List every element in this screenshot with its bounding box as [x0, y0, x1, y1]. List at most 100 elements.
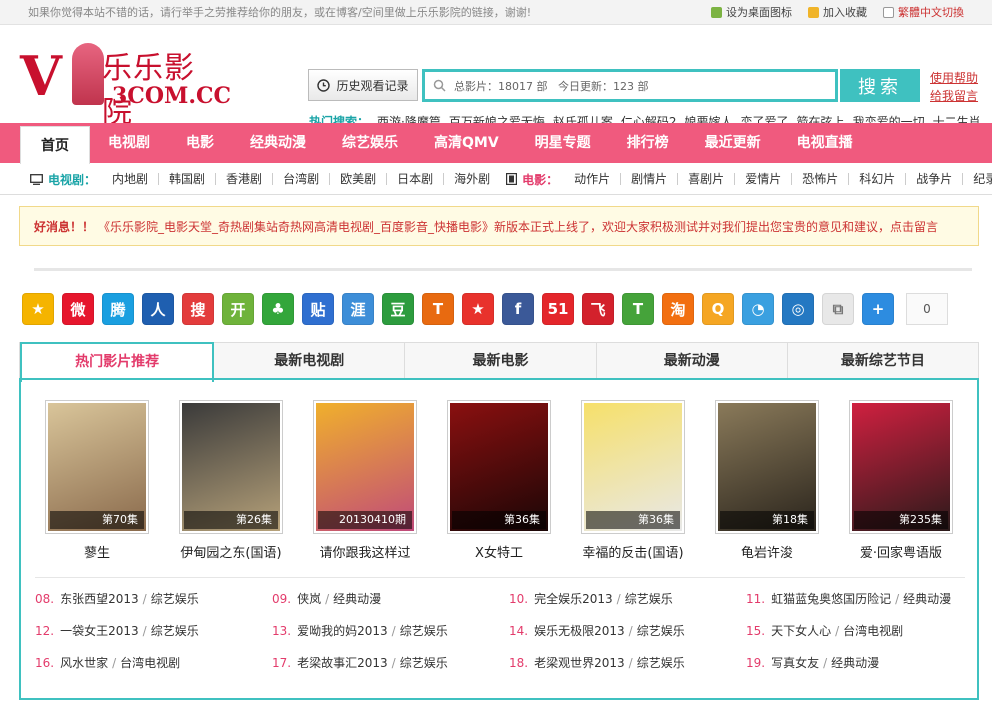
- tab-latest-anime[interactable]: 最新动漫: [597, 343, 788, 380]
- feedback-link[interactable]: 给我留言: [930, 87, 978, 105]
- pengyou-icon[interactable]: ◔: [742, 293, 774, 325]
- movie-poster[interactable]: 第18集: [715, 400, 819, 534]
- list-category-link[interactable]: 经典动漫: [333, 592, 381, 606]
- tv-category-link[interactable]: 海外剧: [444, 173, 500, 185]
- list-title-link[interactable]: 天下女人心: [771, 624, 831, 638]
- nav-ranking[interactable]: 排行榜: [609, 123, 687, 163]
- tab-latest-movie[interactable]: 最新电影: [405, 343, 597, 380]
- douban-icon[interactable]: 豆: [382, 293, 414, 325]
- tieba-icon[interactable]: 贴: [302, 293, 334, 325]
- q-icon[interactable]: Q: [702, 293, 734, 325]
- movie-poster[interactable]: 第26集: [179, 400, 283, 534]
- movie-poster[interactable]: 20130410期: [313, 400, 417, 534]
- movie-card[interactable]: 第36集 X女特工: [447, 400, 551, 561]
- movie-category-link[interactable]: 喜剧片: [678, 173, 736, 185]
- tianya-icon[interactable]: T: [422, 293, 454, 325]
- sohu-icon[interactable]: 搜: [182, 293, 214, 325]
- copy-icon[interactable]: ⧉: [822, 293, 854, 325]
- nav-live[interactable]: 电视直播: [779, 123, 871, 163]
- list-category-link[interactable]: 综艺娱乐: [400, 656, 448, 670]
- movie-card[interactable]: 第235集爱·回家粤语版: [849, 400, 953, 561]
- feixin-icon[interactable]: 飞: [582, 293, 614, 325]
- movie-card[interactable]: 第26集伊甸园之东(国语): [179, 400, 283, 561]
- movie-title[interactable]: X女特工: [447, 542, 551, 561]
- movie-title[interactable]: 幸福的反击(国语): [581, 542, 685, 561]
- qq-icon[interactable]: ◎: [782, 293, 814, 325]
- list-title-link[interactable]: 一袋女王2013: [60, 624, 139, 638]
- tongtong-icon[interactable]: T: [622, 293, 654, 325]
- list-category-link[interactable]: 综艺娱乐: [400, 624, 448, 638]
- list-title-link[interactable]: 老梁观世界2013: [534, 656, 625, 670]
- movie-poster[interactable]: 第235集: [849, 400, 953, 534]
- nav-variety[interactable]: 综艺娱乐: [324, 123, 416, 163]
- movie-poster[interactable]: 第70集: [45, 400, 149, 534]
- set-desktop-link[interactable]: 设为桌面图标: [711, 4, 792, 20]
- movie-poster[interactable]: 第36集: [447, 400, 551, 534]
- nav-recent[interactable]: 最近更新: [687, 123, 779, 163]
- kaixin-icon[interactable]: 开: [222, 293, 254, 325]
- tv-category-link[interactable]: 台湾剧: [273, 173, 331, 185]
- list-category-link[interactable]: 台湾电视剧: [120, 656, 180, 670]
- notice-banner[interactable]: 好消息！！ 《乐乐影院_电影天堂_奇热剧集站奇热网高清电视剧_百度影音_快播电影…: [19, 206, 979, 246]
- movie-card[interactable]: 第36集幸福的反击(国语): [581, 400, 685, 561]
- list-title-link[interactable]: 老梁故事汇2013: [297, 656, 388, 670]
- movie-poster[interactable]: 第36集: [581, 400, 685, 534]
- tab-latest-tv[interactable]: 最新电视剧: [214, 343, 406, 380]
- list-title-link[interactable]: 完全娱乐2013: [534, 592, 613, 606]
- tv-category-link[interactable]: 内地剧: [102, 173, 160, 185]
- facebook-icon[interactable]: f: [502, 293, 534, 325]
- history-button[interactable]: 历史观看记录: [308, 69, 418, 101]
- movie-category-link[interactable]: 恐怖片: [792, 173, 850, 185]
- tab-hot[interactable]: 热门影片推荐: [20, 342, 215, 382]
- list-category-link[interactable]: 综艺娱乐: [151, 592, 199, 606]
- list-title-link[interactable]: 写真女友: [771, 656, 819, 670]
- movie-card[interactable]: 第18集龟岩许浚: [715, 400, 819, 561]
- star-icon[interactable]: ★: [462, 293, 494, 325]
- taobao-icon[interactable]: 淘: [662, 293, 694, 325]
- list-category-link[interactable]: 综艺娱乐: [637, 656, 685, 670]
- list-title-link[interactable]: 娱乐无极限2013: [534, 624, 625, 638]
- help-link[interactable]: 使用帮助: [930, 69, 978, 87]
- nav-home[interactable]: 首页: [20, 126, 90, 164]
- list-title-link[interactable]: 东张西望2013: [60, 592, 139, 606]
- movie-title[interactable]: 请你跟我这样过: [313, 542, 417, 561]
- nav-hd-mv[interactable]: 高清QMV: [416, 123, 517, 163]
- movie-category-link[interactable]: 纪录片: [963, 173, 992, 185]
- tab-latest-variety[interactable]: 最新综艺节目: [788, 343, 978, 380]
- movie-category-link[interactable]: 剧情片: [621, 173, 679, 185]
- list-category-link[interactable]: 经典动漫: [831, 656, 879, 670]
- list-category-link[interactable]: 综艺娱乐: [625, 592, 673, 606]
- clover-icon[interactable]: ♣: [262, 293, 294, 325]
- list-title-link[interactable]: 虹猫蓝兔奥悠国历险记: [771, 592, 891, 606]
- movie-category-link[interactable]: 科幻片: [849, 173, 907, 185]
- movie-category-link[interactable]: 动作片: [564, 173, 622, 185]
- nav-tv[interactable]: 电视剧: [90, 123, 168, 163]
- nav-movie[interactable]: 电影: [168, 123, 232, 163]
- list-title-link[interactable]: 侠岚: [297, 592, 321, 606]
- switch-language-link[interactable]: 繁體中文切換: [883, 4, 964, 20]
- movie-title[interactable]: 爱·回家粤语版: [849, 542, 953, 561]
- 51-icon[interactable]: 51: [542, 293, 574, 325]
- tv-category-link[interactable]: 欧美剧: [330, 173, 388, 185]
- list-category-link[interactable]: 经典动漫: [903, 592, 951, 606]
- list-title-link[interactable]: 风水世家: [60, 656, 108, 670]
- list-category-link[interactable]: 综艺娱乐: [151, 624, 199, 638]
- list-category-link[interactable]: 台湾电视剧: [843, 624, 903, 638]
- list-category-link[interactable]: 综艺娱乐: [637, 624, 685, 638]
- netease-icon[interactable]: 涯: [342, 293, 374, 325]
- weibo-icon[interactable]: 微: [62, 293, 94, 325]
- search-input[interactable]: [454, 79, 814, 92]
- renren-icon[interactable]: 人: [142, 293, 174, 325]
- add-favorite-link[interactable]: 加入收藏: [808, 4, 867, 20]
- more-icon[interactable]: +: [862, 293, 894, 325]
- qzone-icon[interactable]: ★: [22, 293, 54, 325]
- nav-star[interactable]: 明星专题: [517, 123, 609, 163]
- movie-card[interactable]: 第70集蓼生: [45, 400, 149, 561]
- movie-title[interactable]: 龟岩许浚: [715, 542, 819, 561]
- search-button[interactable]: 搜索: [840, 69, 920, 102]
- movie-category-link[interactable]: 战争片: [906, 173, 964, 185]
- tv-category-link[interactable]: 韩国剧: [159, 173, 217, 185]
- movie-category-link[interactable]: 爱情片: [735, 173, 793, 185]
- movie-title[interactable]: 蓼生: [45, 542, 149, 561]
- movie-title[interactable]: 伊甸园之东(国语): [179, 542, 283, 561]
